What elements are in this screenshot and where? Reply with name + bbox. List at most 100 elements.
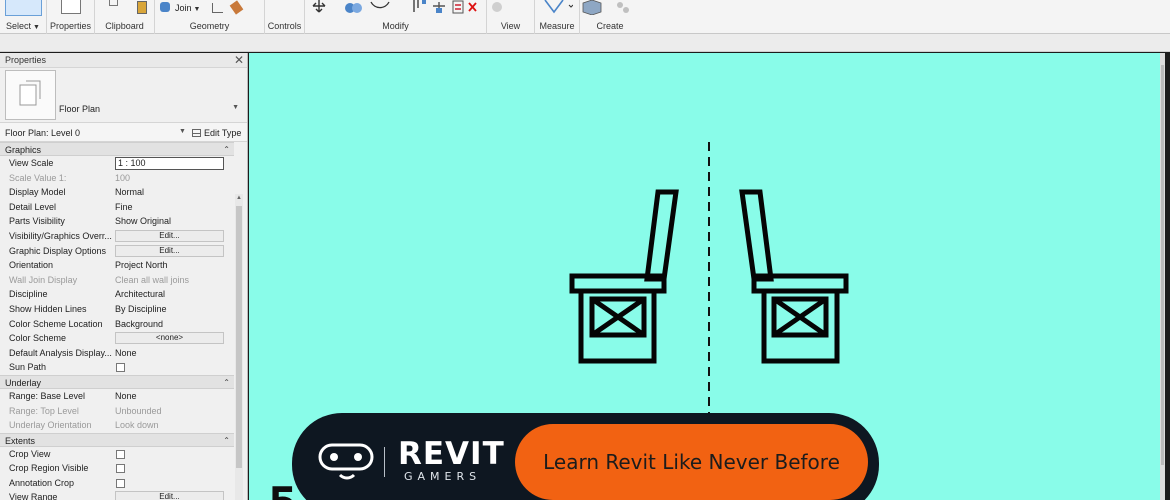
edit-type-label: Edit Type <box>204 128 242 138</box>
ribbon-label-properties: Properties <box>49 21 92 31</box>
property-checkbox[interactable] <box>116 449 125 459</box>
property-row: Crop View <box>0 447 234 462</box>
property-grid: Graphics ⌃ View Scale 1 : 100 Scale Value 1:… <box>0 142 234 500</box>
property-value[interactable]: Fine <box>115 200 224 215</box>
hammer-icon[interactable] <box>229 0 244 15</box>
property-row: View Scale 1 : 100 <box>0 156 234 171</box>
promo-banner: REVIT GAMERS Learn Revit Like Never Befo… <box>292 413 879 500</box>
copy-icon[interactable] <box>343 0 365 15</box>
property-name: Color Scheme <box>9 333 67 344</box>
property-value[interactable]: Show Original <box>115 214 224 229</box>
properties-scrollbar[interactable]: ▲ <box>235 194 243 500</box>
cope-icon[interactable] <box>137 1 147 14</box>
paste-icon[interactable] <box>109 0 118 6</box>
section-title: Underlay <box>5 377 42 388</box>
property-row: Visibility/Graphics Overr... Edit... <box>0 229 234 244</box>
property-name: Annotation Crop <box>9 477 75 488</box>
move-icon[interactable] <box>309 0 329 13</box>
edit-type-icon <box>192 129 201 137</box>
property-name: Orientation <box>9 260 54 271</box>
properties-icon[interactable] <box>61 0 81 14</box>
property-checkbox[interactable] <box>116 363 125 373</box>
collapse-icon[interactable]: ⌃ <box>223 376 230 390</box>
ribbon-group-properties[interactable]: Properties <box>47 0 95 34</box>
property-edit-button[interactable]: Edit... <box>115 244 224 257</box>
property-name: Color Scheme Location <box>9 318 103 329</box>
modify-tools-icons[interactable] <box>411 0 481 16</box>
property-checkbox[interactable] <box>116 464 125 474</box>
ribbon-label-measure: Measure <box>539 21 575 31</box>
property-row: Scale Value 1: 100 <box>0 171 234 186</box>
property-row: Crop Region Visible <box>0 461 234 476</box>
chevron-down-icon[interactable]: ▼ <box>232 104 239 111</box>
property-row: Wall Join Display Clean all wall joins <box>0 273 234 288</box>
close-icon[interactable]: ✕ <box>234 53 244 67</box>
instance-filter-row[interactable]: Floor Plan: Level 0 ▼ Edit Type <box>0 122 247 142</box>
property-name: Parts Visibility <box>9 216 65 227</box>
brand-main: REVIT <box>398 436 505 472</box>
ribbon-group-create[interactable]: Create <box>580 0 640 34</box>
ribbon-label-controls: Controls <box>267 21 302 31</box>
ribbon-group-geometry[interactable]: Join ▼ Geometry <box>137 0 265 34</box>
property-value[interactable]: Normal <box>115 185 224 200</box>
ribbon: Select ▼ Properties Clipboard Join ▼ Geome… <box>0 0 1170 34</box>
type-selector[interactable]: Floor Plan ▼ <box>0 68 247 122</box>
property-section-header[interactable]: Graphics ⌃ <box>0 142 234 156</box>
property-value[interactable]: None <box>115 346 224 361</box>
property-row: Parts Visibility Show Original <box>0 214 234 229</box>
ribbon-group-view[interactable]: View <box>487 0 535 34</box>
property-name: Range: Top Level <box>9 405 79 416</box>
chevron-down-icon[interactable]: ▼ <box>33 24 40 31</box>
create-icons[interactable] <box>580 0 632 15</box>
property-value[interactable]: Project North <box>115 258 224 273</box>
chevron-down-icon[interactable]: ▼ <box>194 6 201 13</box>
floor-plan-thumbnail-icon <box>5 70 56 120</box>
property-edit-button[interactable]: Edit... <box>115 229 224 242</box>
property-row: Range: Top Level Unbounded <box>0 404 234 419</box>
cta-button[interactable]: Learn Revit Like Never Before <box>515 424 868 500</box>
collapse-icon[interactable]: ⌃ <box>223 434 230 448</box>
property-value: 100 <box>115 172 131 183</box>
property-value: Unbounded <box>115 405 162 416</box>
property-edit-button[interactable]: Edit... <box>115 491 224 500</box>
property-value[interactable]: Background <box>115 317 224 332</box>
ribbon-group-measure[interactable]: Measure <box>535 0 580 34</box>
property-edit-button[interactable]: <none> <box>115 332 224 345</box>
property-checkbox[interactable] <box>116 478 125 488</box>
ribbon-group-controls[interactable]: Controls <box>265 0 305 34</box>
join-icon[interactable] <box>160 2 170 12</box>
property-name: Show Hidden Lines <box>9 303 87 314</box>
chevron-up-icon[interactable]: ▲ <box>235 195 243 201</box>
hide-element-icon[interactable] <box>492 2 502 12</box>
ribbon-label-select: Select <box>6 21 32 31</box>
edit-type-button[interactable]: Edit Type <box>192 128 241 138</box>
scrollbar-thumb[interactable] <box>1161 65 1164 465</box>
property-section-header[interactable]: Underlay ⌃ <box>0 374 234 390</box>
property-name: Crop Region Visible <box>9 463 89 474</box>
property-row: Detail Level Fine <box>0 200 234 215</box>
wall-paint-icon[interactable] <box>212 3 223 13</box>
chevron-down-icon[interactable]: ▼ <box>179 128 186 135</box>
property-value[interactable]: By Discipline <box>115 302 224 317</box>
canvas-scrollbar[interactable] <box>1160 53 1165 500</box>
ribbon-group-modify[interactable]: Modify <box>305 0 487 34</box>
measure-icon[interactable] <box>543 0 573 14</box>
collapse-icon[interactable]: ⌃ <box>223 143 230 157</box>
ribbon-group-select[interactable]: Select ▼ <box>0 0 47 34</box>
properties-title-bar: Properties ✕ <box>0 53 247 68</box>
ribbon-context-bar <box>0 34 1170 52</box>
property-value[interactable]: Architectural <box>115 287 224 302</box>
property-value: Look down <box>115 420 159 431</box>
modify-cursor-icon[interactable] <box>5 0 42 16</box>
join-label[interactable]: Join ▼ <box>175 3 200 13</box>
property-input[interactable]: 1 : 100 <box>115 157 224 170</box>
section-title: Extents <box>5 435 36 446</box>
rotate-icon[interactable] <box>369 0 391 15</box>
chair-left <box>569 189 679 364</box>
property-section-header[interactable]: Extents ⌃ <box>0 432 234 448</box>
property-name: Detail Level <box>9 201 57 212</box>
scrollbar-thumb[interactable] <box>236 206 242 468</box>
property-name: Default Analysis Display... <box>9 347 112 358</box>
property-value[interactable]: None <box>115 389 224 404</box>
instance-filter[interactable]: Floor Plan: Level 0 <box>5 128 80 138</box>
